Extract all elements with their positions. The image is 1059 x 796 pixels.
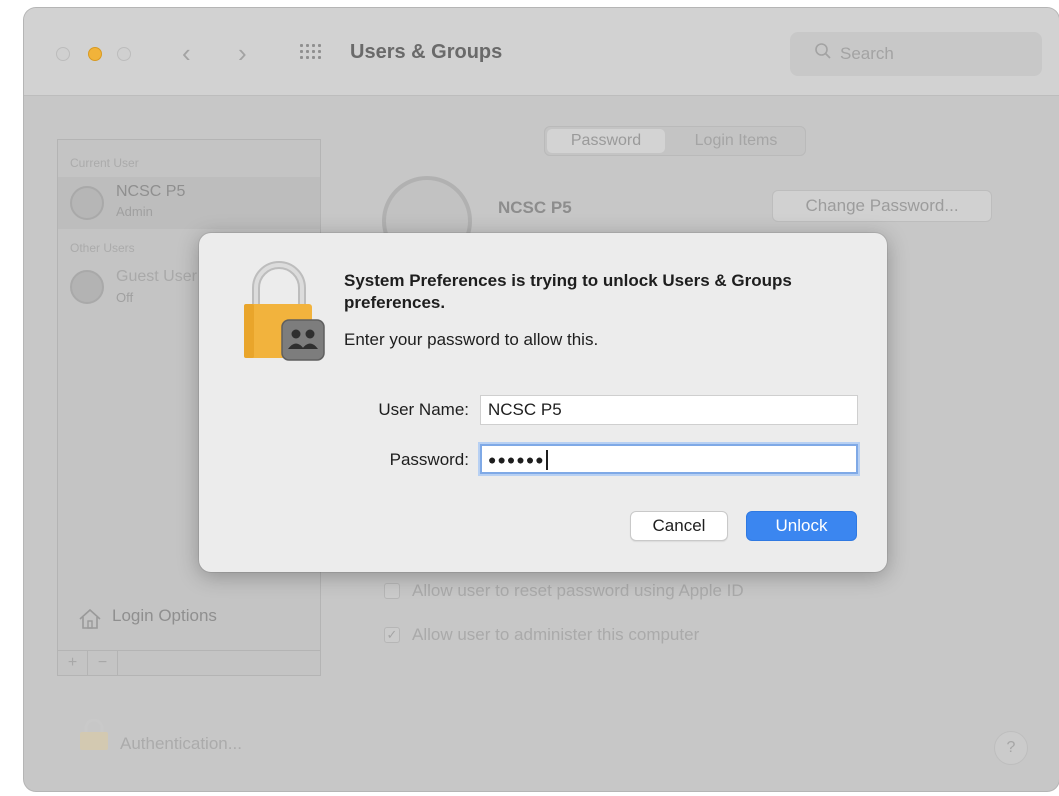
username-field[interactable]: NCSC P5 xyxy=(480,395,858,425)
username-value: NCSC P5 xyxy=(488,400,562,419)
back-icon[interactable]: ‹ xyxy=(182,38,191,68)
house-icon xyxy=(79,608,101,629)
unlock-dialog: System Preferences is trying to unlock U… xyxy=(199,233,887,572)
password-field[interactable]: ●●●●●● xyxy=(480,444,858,474)
change-password-button[interactable]: Change Password... xyxy=(772,190,992,222)
zoom-window-button[interactable] xyxy=(117,47,131,61)
guest-user-status: Off xyxy=(116,290,134,305)
avatar xyxy=(70,186,104,220)
password-mask: ●●●●●● xyxy=(488,451,545,468)
title-bar: ‹ › Users & Groups Search xyxy=(24,8,1059,96)
tab-password[interactable]: Password xyxy=(547,129,665,153)
search-icon xyxy=(815,43,831,59)
password-label: Password: xyxy=(389,450,469,469)
user-full-name: NCSC P5 xyxy=(498,198,572,217)
avatar xyxy=(70,270,104,304)
dialog-title: System Preferences is trying to unlock U… xyxy=(344,271,792,312)
grid-icon[interactable] xyxy=(300,44,322,62)
current-user-header: Current User xyxy=(70,156,139,170)
lock-icon xyxy=(244,261,325,361)
administer-label: Allow user to administer this computer xyxy=(412,625,700,644)
cancel-button[interactable]: Cancel xyxy=(630,511,728,541)
administer-checkbox[interactable]: ✓ xyxy=(384,627,400,643)
sidebar-toolbar: + − xyxy=(58,650,320,676)
text-caret xyxy=(545,449,548,470)
remove-user-button[interactable]: − xyxy=(88,651,118,676)
lock-icon[interactable] xyxy=(77,719,111,751)
current-user-role: Admin xyxy=(116,204,153,219)
login-options-button[interactable]: Login Options xyxy=(112,606,217,626)
tab-bar: Password Login Items xyxy=(544,126,806,156)
search-placeholder: Search xyxy=(840,44,894,63)
tab-login-items[interactable]: Login Items xyxy=(669,129,803,153)
minimize-window-button[interactable] xyxy=(88,47,102,61)
help-icon[interactable]: ? xyxy=(994,731,1028,765)
current-user-name: NCSC P5 xyxy=(116,183,186,200)
authentication-label: Authentication... xyxy=(120,734,242,753)
reset-password-checkbox[interactable] xyxy=(384,583,400,599)
forward-icon[interactable]: › xyxy=(238,38,247,68)
reset-password-label: Allow user to reset password using Apple… xyxy=(412,581,744,600)
add-user-button[interactable]: + xyxy=(58,651,88,676)
other-users-header: Other Users xyxy=(70,241,135,255)
close-window-button[interactable] xyxy=(56,47,70,61)
search-field[interactable]: Search xyxy=(790,32,1042,76)
unlock-button[interactable]: Unlock xyxy=(746,511,857,541)
username-label: User Name: xyxy=(378,400,469,419)
sidebar-item-current-user[interactable]: NCSC P5 Admin xyxy=(58,177,320,229)
window-title: Users & Groups xyxy=(350,41,503,63)
dialog-message: Enter your password to allow this. xyxy=(344,330,599,349)
guest-user-name: Guest User xyxy=(116,268,197,285)
